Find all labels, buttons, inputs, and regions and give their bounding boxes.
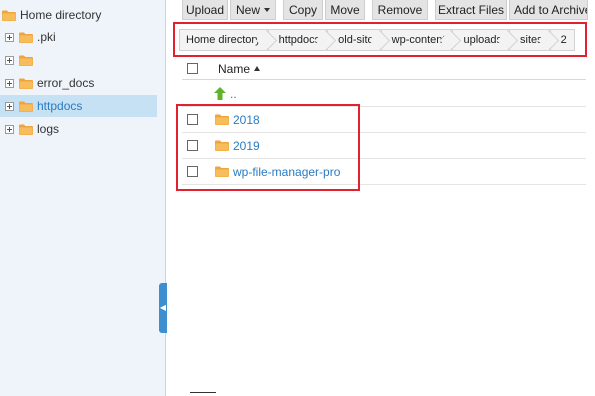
name-column-label: Name [218,61,251,76]
upload-label: Upload [185,2,225,17]
tree-item-label: httpdocs [37,99,83,113]
sort-ascending-icon [254,65,261,71]
expand-icon[interactable] [5,101,14,111]
add-to-archive-label: Add to Archive [514,2,588,17]
expand-icon[interactable] [5,124,14,134]
tree-root-home[interactable]: Home directory [2,6,101,24]
remove-button[interactable]: Remove [372,0,428,20]
remove-label: Remove [377,2,423,17]
tree-item-label: .pki [37,30,56,44]
tree-item-label: logs [37,122,60,136]
folders-highlight [176,104,360,191]
folder-icon [2,10,16,21]
breadcrumb-highlight: Home directory httpdocs old-site wp-cont… [173,22,587,57]
extract-files-label: Extract Files [437,2,504,17]
name-column-header[interactable]: Name [218,61,261,76]
folder-icon [19,124,33,135]
breadcrumb-item[interactable]: Home directory [179,29,268,51]
move-label: Move [330,2,360,17]
tree-item-httpdocs[interactable]: httpdocs [0,95,157,117]
tree-item-error-docs[interactable]: error_docs [0,72,157,94]
extract-files-button[interactable]: Extract Files [435,0,507,20]
parent-directory-link[interactable]: .. [230,87,237,101]
file-list-header: Name [182,58,586,80]
divider [190,392,216,393]
sidebar-collapse-handle[interactable]: ◀ [159,283,167,333]
expand-icon[interactable] [5,32,14,42]
new-label: New [235,2,260,17]
tree-item-unnamed[interactable] [0,49,157,71]
expand-icon[interactable] [5,78,14,88]
expand-icon[interactable] [5,55,14,65]
chevron-left-icon: ◀ [159,303,167,312]
folder-icon [19,78,33,89]
file-tree-sidebar: Home directory .pki error_docs httpdocs [0,0,167,396]
up-arrow-icon [214,87,226,100]
tree-item-pki[interactable]: .pki [0,26,157,48]
add-to-archive-button[interactable]: Add to Archive [509,0,588,20]
breadcrumb-item[interactable]: wp-content [380,29,453,51]
breadcrumb: Home directory httpdocs old-site wp-cont… [179,29,575,51]
copy-button[interactable]: Copy [283,0,323,20]
folder-icon [19,32,33,43]
tree-item-label: error_docs [37,76,95,90]
tree-root-label: Home directory [20,8,102,22]
select-all-checkbox[interactable] [187,63,198,74]
folder-icon [19,55,33,66]
new-dropdown-button[interactable]: New [230,0,276,20]
caret-down-icon [264,7,270,12]
folder-icon [19,101,33,112]
tree-item-logs[interactable]: logs [0,118,157,140]
move-button[interactable]: Move [325,0,365,20]
copy-label: Copy [288,2,317,17]
toolbar: Upload New Copy Move Remove Extract File… [182,0,588,20]
upload-button[interactable]: Upload [182,0,228,20]
